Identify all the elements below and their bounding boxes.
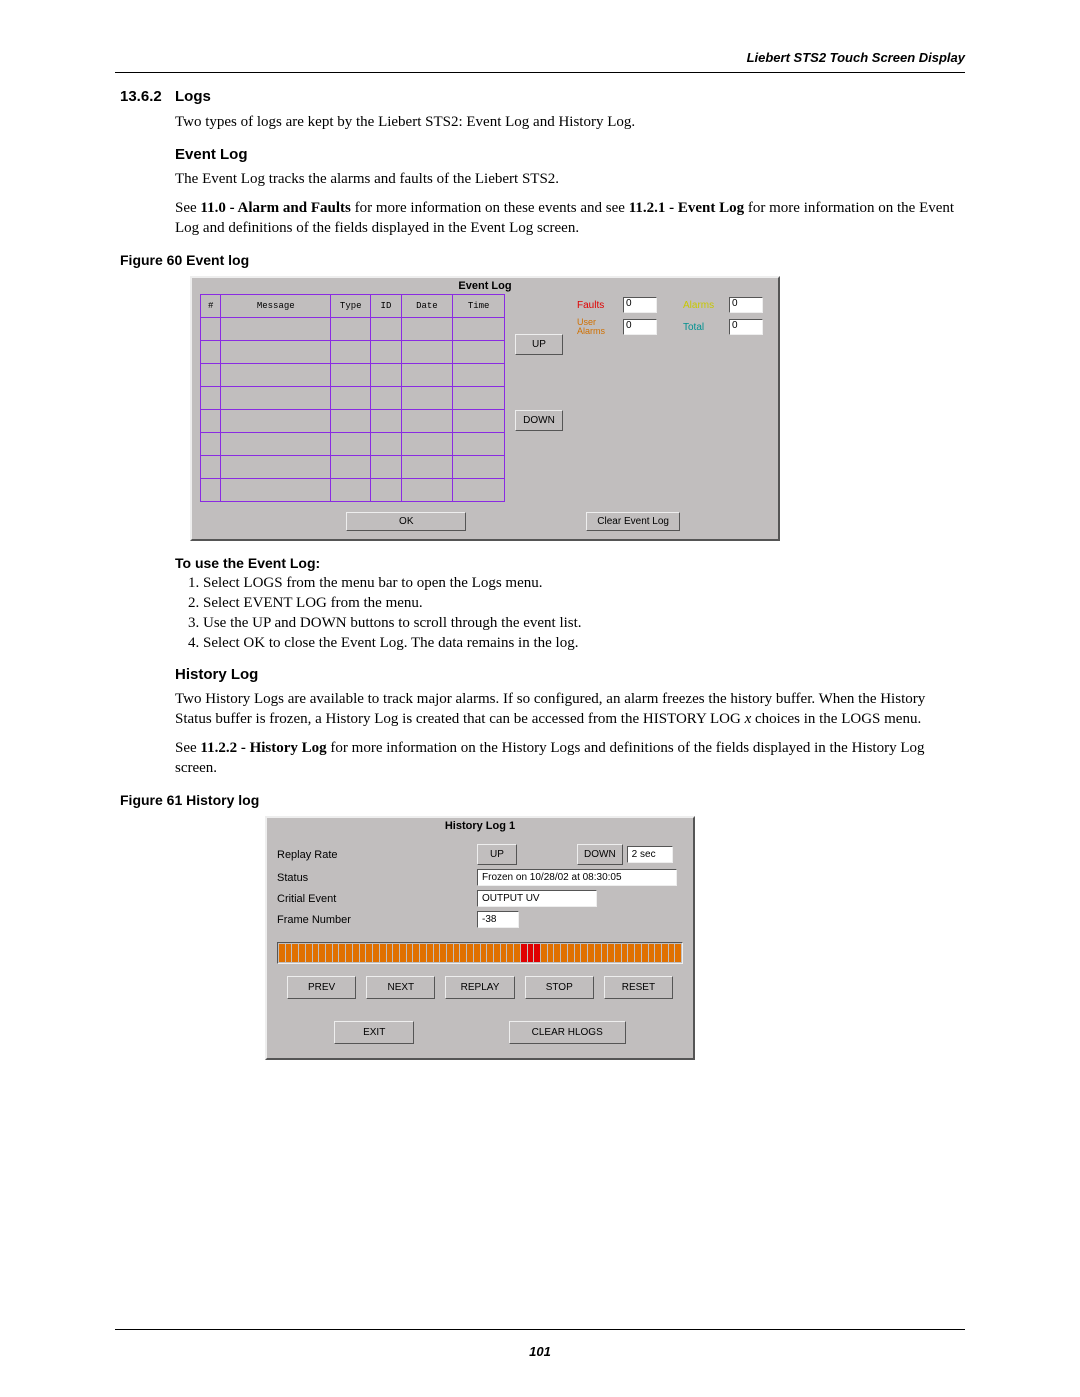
history-progress-bar <box>277 942 683 964</box>
total-value: 0 <box>729 319 763 335</box>
user-alarms-label: User Alarms <box>577 318 617 336</box>
table-row <box>201 364 505 387</box>
step-3: Use the UP and DOWN buttons to scroll th… <box>203 615 965 632</box>
history-log-heading: History Log <box>175 666 965 683</box>
intro-paragraph: Two types of logs are kept by the Lieber… <box>175 112 965 132</box>
col-id: ID <box>371 295 401 318</box>
step-4: Select OK to close the Event Log. The da… <box>203 635 965 652</box>
replay-button[interactable]: REPLAY <box>445 976 514 999</box>
prev-button[interactable]: PREV <box>287 976 356 999</box>
event-log-window: Event Log # Message Type ID Date Time <box>190 276 780 541</box>
table-row <box>201 318 505 341</box>
total-label: Total <box>683 322 723 333</box>
clear-event-log-button[interactable]: Clear Event Log <box>586 512 680 531</box>
replay-rate-label: Replay Rate <box>277 849 417 861</box>
down-button[interactable]: DOWN <box>515 410 563 431</box>
exit-button[interactable]: EXIT <box>334 1021 414 1044</box>
faults-label: Faults <box>577 300 617 311</box>
section-title: Logs <box>175 88 211 105</box>
table-row <box>201 433 505 456</box>
footer-rule <box>115 1329 965 1330</box>
event-log-title: Event Log <box>192 278 778 294</box>
table-row <box>201 387 505 410</box>
header-rule <box>115 72 965 73</box>
critical-event-value: OUTPUT UV <box>477 890 597 907</box>
table-row <box>201 479 505 502</box>
col-num: # <box>201 295 221 318</box>
alarms-value: 0 <box>729 297 763 313</box>
event-log-stats: Faults 0 Alarms 0 User Alarms 0 Total 0 <box>577 294 763 502</box>
history-log-window: History Log 1 Replay Rate UP DOWN 2 sec … <box>265 816 695 1060</box>
use-event-log-heading: To use the Event Log: <box>175 555 965 571</box>
reset-button[interactable]: RESET <box>604 976 673 999</box>
next-button[interactable]: NEXT <box>366 976 435 999</box>
status-value: Frozen on 10/28/02 at 08:30:05 <box>477 869 677 886</box>
page-header: Liebert STS2 Touch Screen Display <box>747 50 965 65</box>
step-2: Select EVENT LOG from the menu. <box>203 595 965 612</box>
history-log-title: History Log 1 <box>267 818 693 834</box>
section-number: 13.6.2 <box>120 88 175 105</box>
frame-number-value: -38 <box>477 911 519 928</box>
table-row <box>201 456 505 479</box>
event-log-p2: See 11.0 - Alarm and Faults for more inf… <box>175 198 965 239</box>
event-log-table: # Message Type ID Date Time <box>200 294 505 502</box>
history-log-p2: See 11.2.2 - History Log for more inform… <box>175 738 965 779</box>
ok-button[interactable]: OK <box>346 512 466 531</box>
col-message: Message <box>221 295 331 318</box>
table-row <box>201 341 505 364</box>
up-button[interactable]: UP <box>515 334 563 355</box>
alarms-label: Alarms <box>683 300 723 311</box>
event-log-steps: Select LOGS from the menu bar to open th… <box>175 575 965 652</box>
replay-up-button[interactable]: UP <box>477 844 517 865</box>
frame-number-label: Frame Number <box>277 914 417 926</box>
figure61-caption: Figure 61 History log <box>120 792 965 808</box>
faults-value: 0 <box>623 297 657 313</box>
clear-hlogs-button[interactable]: CLEAR HLOGS <box>509 1021 626 1044</box>
col-type: Type <box>331 295 371 318</box>
replay-rate-value: 2 sec <box>627 846 673 863</box>
col-time: Time <box>453 295 505 318</box>
critical-event-label: Critial Event <box>277 893 417 905</box>
page-number: 101 <box>0 1344 1080 1359</box>
figure60-caption: Figure 60 Event log <box>120 252 965 268</box>
history-log-p1: Two History Logs are available to track … <box>175 689 965 730</box>
step-1: Select LOGS from the menu bar to open th… <box>203 575 965 592</box>
replay-down-button[interactable]: DOWN <box>577 844 623 865</box>
status-label: Status <box>277 872 417 884</box>
stop-button[interactable]: STOP <box>525 976 594 999</box>
user-alarms-value: 0 <box>623 319 657 335</box>
table-row <box>201 410 505 433</box>
col-date: Date <box>401 295 453 318</box>
event-log-heading: Event Log <box>175 146 965 163</box>
event-log-p1: The Event Log tracks the alarms and faul… <box>175 169 965 189</box>
